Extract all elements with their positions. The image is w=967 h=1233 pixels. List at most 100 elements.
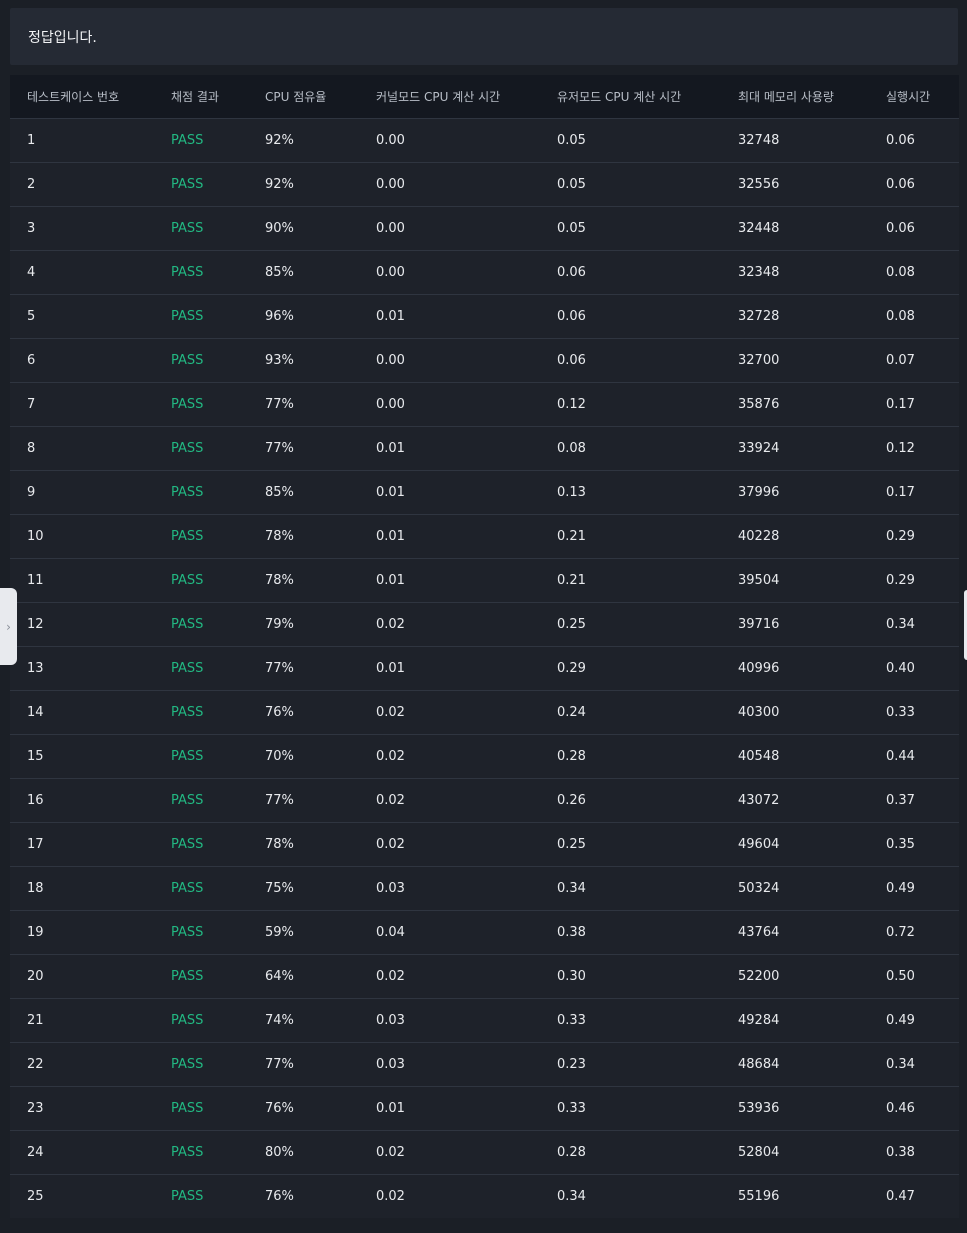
table-header-row: 테스트케이스 번호 채점 결과 CPU 점유율 커널모드 CPU 계산 시간 유… [10, 75, 959, 119]
cell-result: PASS [154, 470, 248, 515]
cell-max-memory: 49604 [721, 822, 869, 867]
cell-user-cpu-time: 0.38 [540, 910, 721, 955]
cell-testcase-number: 24 [10, 1130, 154, 1175]
cell-cpu-usage: 79% [248, 602, 359, 647]
cell-cpu-usage: 59% [248, 910, 359, 955]
cell-result: PASS [154, 778, 248, 823]
cell-kernel-cpu-time: 0.02 [359, 778, 540, 823]
cell-max-memory: 32748 [721, 118, 869, 163]
cell-user-cpu-time: 0.25 [540, 602, 721, 647]
cell-exec-time: 0.29 [869, 514, 959, 559]
cell-result: PASS [154, 1086, 248, 1131]
table-row: 1 PASS 92% 0.00 0.05 32748 0.06 [10, 118, 959, 163]
cell-cpu-usage: 74% [248, 998, 359, 1043]
grading-result-page: 정답입니다. 테스트케이스 번호 채점 결과 CPU 점유율 커널모드 CPU … [0, 0, 967, 1233]
cell-kernel-cpu-time: 0.01 [359, 558, 540, 603]
cell-result: PASS [154, 294, 248, 339]
cell-kernel-cpu-time: 0.02 [359, 822, 540, 867]
cell-kernel-cpu-time: 0.02 [359, 734, 540, 779]
cell-cpu-usage: 77% [248, 426, 359, 471]
cell-cpu-usage: 70% [248, 734, 359, 779]
cell-max-memory: 39716 [721, 602, 869, 647]
cell-user-cpu-time: 0.26 [540, 778, 721, 823]
cell-max-memory: 40996 [721, 646, 869, 691]
cell-kernel-cpu-time: 0.02 [359, 1130, 540, 1175]
cell-max-memory: 52804 [721, 1130, 869, 1175]
cell-user-cpu-time: 0.34 [540, 1174, 721, 1218]
cell-testcase-number: 15 [10, 734, 154, 779]
table-row: 4 PASS 85% 0.00 0.06 32348 0.08 [10, 250, 959, 295]
table-row: 21 PASS 74% 0.03 0.33 49284 0.49 [10, 998, 959, 1043]
table-row: 8 PASS 77% 0.01 0.08 33924 0.12 [10, 426, 959, 471]
cell-testcase-number: 20 [10, 954, 154, 999]
table-row: 14 PASS 76% 0.02 0.24 40300 0.33 [10, 690, 959, 735]
cell-user-cpu-time: 0.05 [540, 118, 721, 163]
cell-max-memory: 40548 [721, 734, 869, 779]
cell-user-cpu-time: 0.21 [540, 558, 721, 603]
cell-exec-time: 0.47 [869, 1174, 959, 1218]
column-header-max-memory: 최대 메모리 사용량 [738, 90, 834, 104]
cell-kernel-cpu-time: 0.00 [359, 118, 540, 163]
cell-user-cpu-time: 0.28 [540, 734, 721, 779]
cell-exec-time: 0.38 [869, 1130, 959, 1175]
table-row: 5 PASS 96% 0.01 0.06 32728 0.08 [10, 294, 959, 339]
cell-kernel-cpu-time: 0.01 [359, 1086, 540, 1131]
cell-max-memory: 53936 [721, 1086, 869, 1131]
cell-result: PASS [154, 118, 248, 163]
cell-kernel-cpu-time: 0.00 [359, 206, 540, 251]
cell-user-cpu-time: 0.12 [540, 382, 721, 427]
cell-exec-time: 0.06 [869, 206, 959, 251]
column-header-user-cpu-time: 유저모드 CPU 계산 시간 [557, 90, 682, 104]
cell-cpu-usage: 77% [248, 382, 359, 427]
cell-cpu-usage: 85% [248, 250, 359, 295]
cell-exec-time: 0.17 [869, 470, 959, 515]
cell-user-cpu-time: 0.33 [540, 998, 721, 1043]
table-row: 16 PASS 77% 0.02 0.26 43072 0.37 [10, 778, 959, 823]
cell-exec-time: 0.12 [869, 426, 959, 471]
column-header-cpu-usage: CPU 점유율 [265, 90, 327, 104]
cell-cpu-usage: 77% [248, 1042, 359, 1087]
cell-user-cpu-time: 0.06 [540, 338, 721, 383]
cell-cpu-usage: 93% [248, 338, 359, 383]
cell-user-cpu-time: 0.28 [540, 1130, 721, 1175]
result-banner: 정답입니다. [10, 8, 958, 65]
cell-cpu-usage: 90% [248, 206, 359, 251]
cell-user-cpu-time: 0.05 [540, 162, 721, 207]
table-row: 22 PASS 77% 0.03 0.23 48684 0.34 [10, 1042, 959, 1087]
cell-testcase-number: 9 [10, 470, 154, 515]
cell-max-memory: 35876 [721, 382, 869, 427]
cell-cpu-usage: 92% [248, 118, 359, 163]
cell-max-memory: 33924 [721, 426, 869, 471]
cell-kernel-cpu-time: 0.00 [359, 382, 540, 427]
cell-user-cpu-time: 0.13 [540, 470, 721, 515]
cell-kernel-cpu-time: 0.01 [359, 426, 540, 471]
cell-testcase-number: 13 [10, 646, 154, 691]
cell-result: PASS [154, 382, 248, 427]
cell-exec-time: 0.06 [869, 162, 959, 207]
cell-kernel-cpu-time: 0.01 [359, 470, 540, 515]
cell-max-memory: 55196 [721, 1174, 869, 1218]
table-row: 3 PASS 90% 0.00 0.05 32448 0.06 [10, 206, 959, 251]
cell-cpu-usage: 92% [248, 162, 359, 207]
cell-cpu-usage: 76% [248, 1086, 359, 1131]
result-message: 정답입니다. [28, 29, 97, 46]
cell-cpu-usage: 80% [248, 1130, 359, 1175]
cell-exec-time: 0.33 [869, 690, 959, 735]
table-row: 10 PASS 78% 0.01 0.21 40228 0.29 [10, 514, 959, 559]
cell-max-memory: 50324 [721, 866, 869, 911]
cell-exec-time: 0.08 [869, 250, 959, 295]
cell-result: PASS [154, 734, 248, 779]
cell-result: PASS [154, 514, 248, 559]
cell-testcase-number: 19 [10, 910, 154, 955]
table-row: 15 PASS 70% 0.02 0.28 40548 0.44 [10, 734, 959, 779]
cell-testcase-number: 8 [10, 426, 154, 471]
cell-max-memory: 39504 [721, 558, 869, 603]
cell-testcase-number: 2 [10, 162, 154, 207]
chevron-right-icon: › [6, 619, 11, 634]
table-row: 17 PASS 78% 0.02 0.25 49604 0.35 [10, 822, 959, 867]
side-panel-toggle[interactable]: › [0, 588, 17, 665]
cell-result: PASS [154, 602, 248, 647]
cell-testcase-number: 14 [10, 690, 154, 735]
cell-cpu-usage: 64% [248, 954, 359, 999]
cell-testcase-number: 3 [10, 206, 154, 251]
